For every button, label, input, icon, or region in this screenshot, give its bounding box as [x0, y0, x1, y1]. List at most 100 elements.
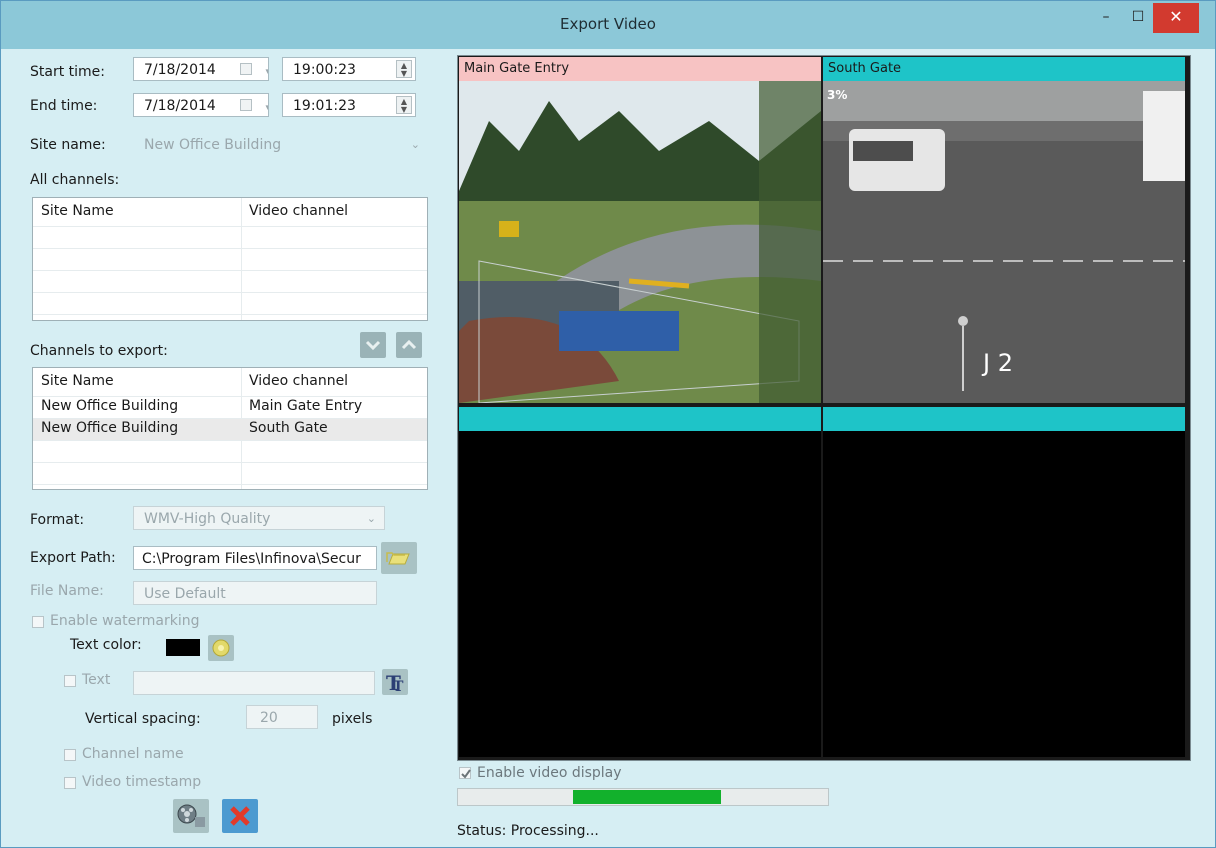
vertical-spacing-label: Vertical spacing:	[85, 711, 201, 727]
column-header-site: Site Name	[41, 203, 114, 219]
start-time-label: Start time:	[30, 64, 105, 80]
enable-video-display-checkbox[interactable]	[459, 767, 471, 779]
table-row[interactable]	[33, 271, 427, 293]
all-channels-label: All channels:	[30, 172, 120, 188]
enable-watermarking-checkbox[interactable]	[32, 616, 44, 628]
watermark-text-input[interactable]	[133, 671, 375, 695]
start-time-field[interactable]: 19:00:23 ▲ ▼	[282, 57, 416, 81]
color-picker-button[interactable]	[208, 635, 234, 661]
browse-button[interactable]	[381, 542, 417, 574]
video-timestamp-checkbox[interactable]	[64, 777, 76, 789]
chevron-down-icon[interactable]: ▾	[265, 60, 268, 80]
table-row[interactable]	[33, 463, 427, 485]
film-export-icon	[177, 804, 205, 827]
table-row[interactable]	[33, 293, 427, 315]
calendar-icon[interactable]	[240, 99, 252, 111]
video-header: Main Gate Entry	[459, 57, 821, 81]
video-panel-3[interactable]	[459, 407, 821, 757]
camera-feed-main-gate	[459, 81, 821, 403]
cancel-button[interactable]	[222, 799, 258, 833]
font-icon: T T	[386, 671, 404, 695]
export-video-window: Export Video – ☐ ✕ Start time: 7/18/2014…	[0, 0, 1216, 848]
text-checkbox[interactable]	[64, 675, 76, 687]
channels-to-export-table[interactable]: Site Name Video channel New Office Build…	[32, 367, 428, 490]
row-video-channel: Main Gate Entry	[249, 398, 363, 414]
video-timestamp-label: Video timestamp	[82, 774, 202, 790]
file-name-label: File Name:	[30, 583, 104, 599]
end-time-label: End time:	[30, 98, 98, 114]
video-header: South Gate	[823, 57, 1185, 81]
column-header-site: Site Name	[41, 373, 114, 389]
chevron-down-icon[interactable]: ⌄	[367, 507, 376, 529]
camera-label: J 2	[981, 349, 1013, 377]
font-button[interactable]: T T	[382, 669, 408, 695]
all-channels-table[interactable]: Site Name Video channel	[32, 197, 428, 321]
site-name-label: Site name:	[30, 137, 106, 153]
table-row[interactable]: New Office Building South Gate	[33, 419, 427, 441]
video-panel-main-gate[interactable]: Main Gate Entry	[459, 57, 821, 403]
channel-name-label: Channel name	[82, 746, 184, 762]
minimize-button[interactable]: –	[1093, 5, 1119, 31]
column-header-channel: Video channel	[249, 203, 349, 219]
vertical-spacing-value: 20	[260, 710, 278, 726]
table-row[interactable]	[33, 249, 427, 271]
move-up-button[interactable]	[396, 332, 422, 358]
video-header	[459, 407, 821, 431]
chevron-down-icon	[365, 340, 381, 351]
table-row[interactable]	[33, 227, 427, 249]
window-title: Export Video	[560, 15, 656, 33]
text-color-swatch[interactable]	[166, 639, 200, 656]
text-color-label: Text color:	[70, 637, 142, 653]
end-time-value: 19:01:23	[293, 98, 356, 114]
table-row[interactable]	[33, 441, 427, 463]
title-bar: Export Video – ☐ ✕	[1, 1, 1215, 49]
start-date-picker[interactable]: 7/18/2014 ▾	[133, 57, 269, 81]
file-name-input[interactable]: Use Default	[133, 581, 377, 605]
export-button[interactable]	[173, 799, 209, 833]
channels-to-export-label: Channels to export:	[30, 343, 168, 359]
calendar-icon[interactable]	[240, 63, 252, 75]
end-time-field[interactable]: 19:01:23 ▲ ▼	[282, 93, 416, 117]
site-name-dropdown[interactable]: New Office Building ⌄	[133, 132, 429, 156]
close-icon	[230, 806, 250, 826]
maximize-button[interactable]: ☐	[1125, 5, 1151, 31]
time-spinner[interactable]: ▲ ▼	[396, 60, 412, 78]
chevron-down-icon[interactable]: ▾	[265, 96, 268, 116]
checkmark-icon	[461, 769, 471, 779]
chevron-down-icon[interactable]: ⌄	[411, 133, 420, 155]
row-site-name: New Office Building	[41, 398, 179, 414]
format-value: WMV-High Quality	[144, 511, 271, 527]
time-spinner[interactable]: ▲ ▼	[396, 96, 412, 114]
format-dropdown[interactable]: WMV-High Quality ⌄	[133, 506, 385, 530]
video-panel-south-gate[interactable]: South Gate 3% J 2	[823, 57, 1185, 403]
close-button[interactable]: ✕	[1153, 3, 1199, 33]
end-date-picker[interactable]: 7/18/2014 ▾	[133, 93, 269, 117]
status-text: Status: Processing...	[457, 823, 599, 839]
pixels-label: pixels	[332, 711, 373, 727]
video-panel-4[interactable]	[823, 407, 1185, 757]
table-header: Site Name Video channel	[33, 372, 427, 397]
row-site-name: New Office Building	[41, 420, 179, 436]
export-path-value: C:\Program Files\Infinova\Secur	[142, 551, 361, 567]
row-video-channel: South Gate	[249, 420, 328, 436]
export-path-input[interactable]: C:\Program Files\Infinova\Secur	[133, 546, 377, 570]
enable-watermarking-label: Enable watermarking	[50, 613, 200, 629]
export-path-label: Export Path:	[30, 550, 116, 566]
file-name-value: Use Default	[144, 586, 226, 602]
vertical-spacing-input[interactable]: 20	[246, 705, 318, 729]
column-header-channel: Video channel	[249, 373, 349, 389]
chevron-up-icon	[401, 339, 417, 350]
video-overlay-text: 3%	[827, 88, 847, 102]
svg-text:T: T	[393, 679, 404, 695]
table-header: Site Name Video channel	[33, 202, 427, 227]
text-label: Text	[82, 672, 111, 688]
channel-name-checkbox[interactable]	[64, 749, 76, 761]
camera-feed-south-gate: 3% J 2	[823, 81, 1185, 403]
table-row[interactable]: New Office Building Main Gate Entry	[33, 397, 427, 419]
end-date-value: 7/18/2014	[144, 98, 216, 114]
enable-video-display-label: Enable video display	[477, 765, 622, 781]
progress-fill	[573, 790, 721, 804]
progress-bar	[457, 788, 829, 806]
dialog-body: Start time: 7/18/2014 ▾ 19:00:23 ▲▼ End …	[9, 49, 1207, 841]
move-down-button[interactable]	[360, 332, 386, 358]
